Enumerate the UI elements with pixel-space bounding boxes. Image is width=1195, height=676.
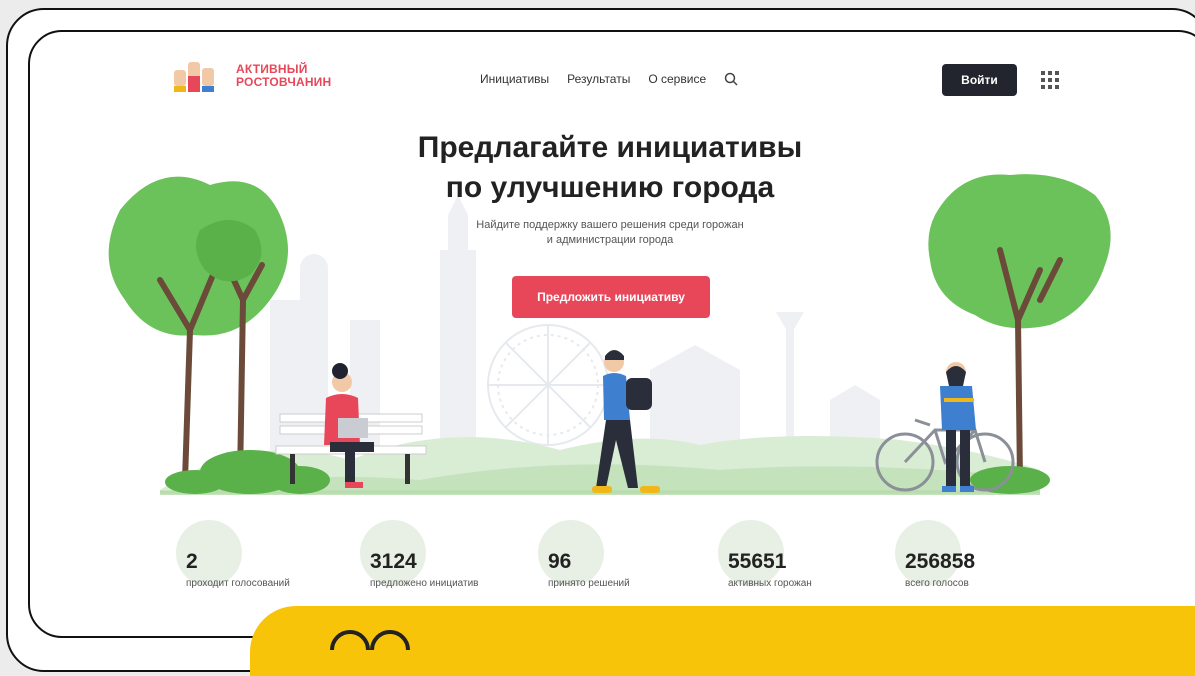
stat-votings: 2 проходит голосований [176, 520, 290, 589]
stat-initiatives: 3124 предложено инициатив [360, 520, 479, 589]
main-nav: Инициативы Результаты О сервисе [480, 72, 738, 86]
stat-label: принято решений [548, 578, 630, 589]
stat-value: 96 [548, 550, 572, 573]
stat-label: предложено инициатив [370, 578, 479, 589]
nav-item-about[interactable]: О сервисе [648, 72, 706, 86]
hero-subtitle: Найдите поддержку вашего решения среди г… [0, 218, 1195, 248]
stat-decisions: 96 принято решений [538, 520, 630, 589]
hero-title: Предлагайте инициативы по улучшению горо… [0, 128, 1195, 208]
apps-grid-icon[interactable] [1040, 70, 1060, 90]
stat-value: 2 [186, 550, 198, 573]
hero-subtitle-line-1: Найдите поддержку вашего решения среди г… [476, 219, 744, 231]
logo-line-2: РОСТОВЧАНИН [236, 75, 332, 89]
stat-value: 55651 [728, 550, 787, 573]
stat-label: всего голосов [905, 578, 969, 589]
logo[interactable]: АКТИВНЫЙ РОСТОВЧАНИН [170, 58, 331, 94]
hero-title-line-1: Предлагайте инициативы [417, 131, 803, 164]
stat-label: проходит голосований [186, 578, 290, 589]
login-button[interactable]: Войти [942, 64, 1017, 96]
stat-value: 256858 [905, 550, 976, 573]
ferris-wheel [487, 324, 609, 446]
stat-total-votes: 256858 всего голосов [895, 520, 976, 589]
hero-title-line-2: по улучшению города [445, 171, 775, 204]
propose-initiative-button[interactable]: Предложить инициативу [512, 276, 710, 318]
logo-text: АКТИВНЫЙ РОСТОВЧАНИН [236, 63, 331, 89]
search-icon[interactable] [724, 72, 738, 86]
raised-hands-icon [174, 62, 214, 92]
quote-marks-icon [330, 630, 410, 650]
stat-value: 3124 [370, 550, 417, 573]
hero-subtitle-line-2: и администрации города [546, 234, 674, 246]
nav-item-results[interactable]: Результаты [567, 72, 630, 86]
stat-active-citizens: 55651 активных горожан [718, 520, 812, 589]
nav-item-initiatives[interactable]: Инициативы [480, 72, 549, 86]
stat-label: активных горожан [728, 578, 812, 589]
